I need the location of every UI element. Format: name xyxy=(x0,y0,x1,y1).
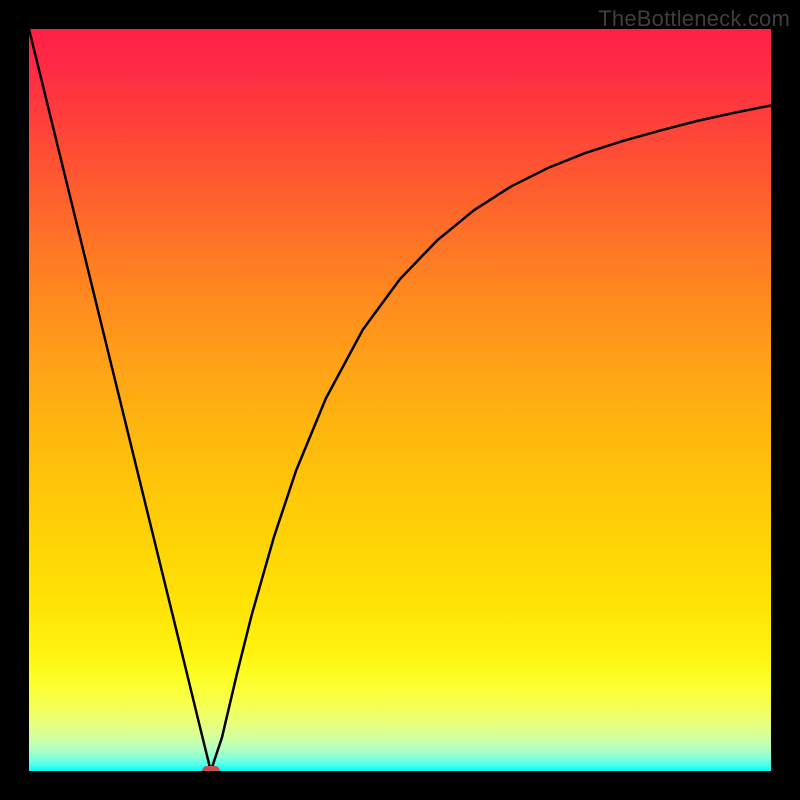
plot-area xyxy=(29,29,771,771)
watermark-text: TheBottleneck.com xyxy=(598,6,790,32)
bottleneck-curve xyxy=(29,29,771,771)
minimum-marker xyxy=(202,766,220,771)
chart-frame: TheBottleneck.com xyxy=(0,0,800,800)
